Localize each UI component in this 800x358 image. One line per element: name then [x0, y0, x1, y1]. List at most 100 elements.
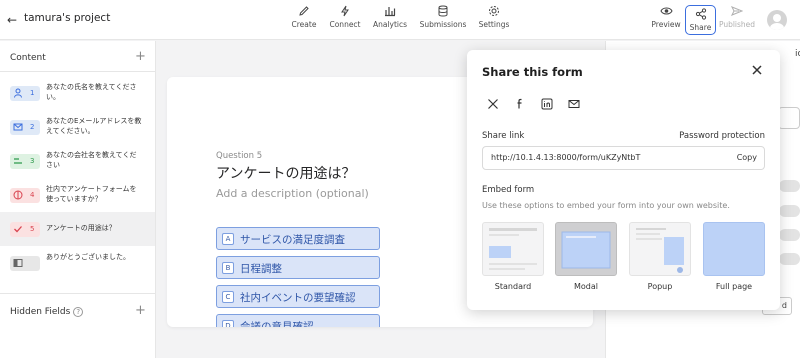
share-popover: Share this form Share link Password prot… — [467, 50, 780, 310]
question-item-3[interactable]: 3 あなたの会社名を教えてください — [0, 144, 155, 178]
question-badge: 4 — [10, 188, 40, 203]
standard-embed-preview — [489, 228, 537, 270]
published-button[interactable]: Published — [718, 5, 756, 29]
nav-submissions[interactable]: Submissions — [415, 5, 471, 29]
divider — [0, 293, 155, 294]
question-number: 4 — [30, 190, 35, 199]
add-content-plus-icon[interactable]: + — [135, 49, 146, 64]
settings-tab-fragment[interactable]: ic — [795, 49, 800, 59]
bolt-icon — [341, 5, 349, 17]
share-popover-title: Share this form — [482, 65, 583, 79]
embed-option-full-page[interactable] — [703, 222, 765, 276]
popup-embed-preview — [636, 228, 684, 273]
question-number: 3 — [30, 156, 35, 165]
nav-analytics[interactable]: Analytics — [362, 5, 418, 29]
question-text: あなたの会社名を教えてください — [46, 151, 137, 169]
content-sidebar: Content + 1 あなたの氏名を教えてください。 2 あなたのEメールアド… — [0, 41, 156, 358]
settings-field[interactable] — [778, 107, 800, 129]
choice-key: C — [222, 291, 234, 303]
choice-text: 社内イベントの要望確認 — [240, 292, 356, 304]
question-title[interactable]: アンケートの用途は？ — [216, 163, 355, 183]
x-icon[interactable] — [487, 98, 499, 110]
person-icon — [14, 88, 22, 98]
divider — [0, 71, 155, 72]
nav-settings[interactable]: Settings — [466, 5, 522, 29]
choice-text: 日程調整 — [240, 263, 282, 275]
hidden-fields-heading: Hidden Fields? — [10, 307, 84, 317]
share-label: Share — [689, 23, 712, 32]
question-number: 2 — [30, 122, 35, 131]
gear-icon — [489, 6, 499, 16]
share-link-field[interactable]: http://10.1.4.13:8000/form/uKZyNtbT Copy — [482, 146, 765, 170]
question-text: あなたの氏名を教えてください。 — [46, 83, 137, 101]
question-badge: 1 — [10, 86, 40, 101]
question-badge: 5 — [10, 222, 40, 237]
content-heading: Content — [10, 53, 46, 63]
close-icon[interactable] — [750, 63, 764, 77]
choice-d[interactable]: D 会議の意見確認 — [216, 314, 380, 327]
choice-b[interactable]: B 日程調整 — [216, 256, 380, 279]
description-placeholder[interactable]: Add a description (optional) — [216, 187, 369, 200]
embed-option-standard[interactable] — [482, 222, 544, 276]
choice-key: D — [222, 320, 234, 327]
short-text-icon — [14, 158, 22, 164]
password-protection-link[interactable]: Password protection — [679, 131, 765, 141]
linkedin-icon[interactable] — [541, 98, 553, 110]
embed-label-standard: Standard — [494, 282, 532, 291]
preview-label: Preview — [651, 20, 681, 29]
project-name[interactable]: tamura's project — [24, 12, 110, 24]
question-text: アンケートの用途は？ — [46, 224, 116, 232]
choice-key: B — [222, 262, 234, 274]
preview-button[interactable]: Preview — [650, 5, 682, 29]
copy-button[interactable]: Copy — [737, 153, 757, 162]
embed-description: Use these options to embed your form int… — [482, 201, 730, 210]
mail-icon[interactable] — [568, 98, 580, 110]
settings-toggle[interactable] — [779, 229, 800, 241]
question-badge: 3 — [10, 154, 40, 169]
published-label: Published — [718, 20, 756, 29]
choice-a[interactable]: A サービスの満足度調査 — [216, 227, 380, 250]
embed-option-popup[interactable] — [629, 222, 691, 276]
settings-toggle[interactable] — [779, 205, 800, 217]
nav-settings-label: Settings — [478, 20, 510, 29]
embed-label-popup: Popup — [647, 282, 673, 291]
bar-chart-icon — [385, 7, 396, 17]
mail-icon — [13, 123, 23, 131]
choice-text: 会議の意見確認 — [240, 321, 314, 327]
question-number: 1 — [30, 88, 35, 97]
eye-icon — [659, 7, 673, 15]
nav-submissions-label: Submissions — [419, 20, 467, 29]
ending-badge — [10, 256, 40, 271]
yes-no-icon — [13, 190, 23, 200]
settings-toggle[interactable] — [779, 253, 800, 265]
embed-option-modal[interactable] — [555, 222, 617, 276]
question-item-5[interactable]: 5 アンケートの用途は？ — [0, 212, 155, 246]
question-item-1[interactable]: 1 あなたの氏名を教えてください。 — [0, 76, 155, 110]
question-item-2[interactable]: 2 あなたのEメールアドレスを教えてください。 — [0, 110, 155, 144]
embed-label-modal: Modal — [574, 282, 598, 291]
help-icon[interactable]: ? — [73, 307, 84, 317]
choice-text: サービスの満足度調査 — [240, 234, 345, 246]
choice-c[interactable]: C 社内イベントの要望確認 — [216, 285, 380, 308]
share-link-label: Share link — [482, 131, 525, 141]
back-arrow-icon[interactable]: ← — [7, 13, 17, 27]
avatar[interactable] — [767, 10, 787, 30]
question-number: 5 — [30, 224, 35, 233]
facebook-icon[interactable] — [514, 98, 526, 110]
question-item-4[interactable]: 4 社内でアンケートフォームを使っていますか？ — [0, 178, 155, 212]
ending-text: ありがとうございました。 — [46, 253, 130, 261]
share-button[interactable]: Share — [685, 5, 716, 35]
nav-analytics-label: Analytics — [372, 20, 408, 29]
share-url[interactable]: http://10.1.4.13:8000/form/uKZyNtbT — [491, 153, 640, 162]
question-text: 社内でアンケートフォームを使っていますか？ — [46, 185, 137, 203]
add-hidden-field-plus-icon[interactable]: + — [135, 303, 146, 318]
question-label: Question 5 — [216, 151, 263, 161]
send-icon — [731, 6, 743, 16]
pencil-icon — [299, 6, 309, 16]
settings-toggle[interactable] — [779, 180, 800, 192]
question-text: あなたのEメールアドレスを教えてください。 — [46, 117, 142, 135]
database-icon — [438, 5, 448, 17]
ending-item[interactable]: ありがとうございました。 — [0, 246, 155, 280]
share-icon — [695, 8, 706, 20]
embed-form-heading: Embed form — [482, 185, 535, 195]
